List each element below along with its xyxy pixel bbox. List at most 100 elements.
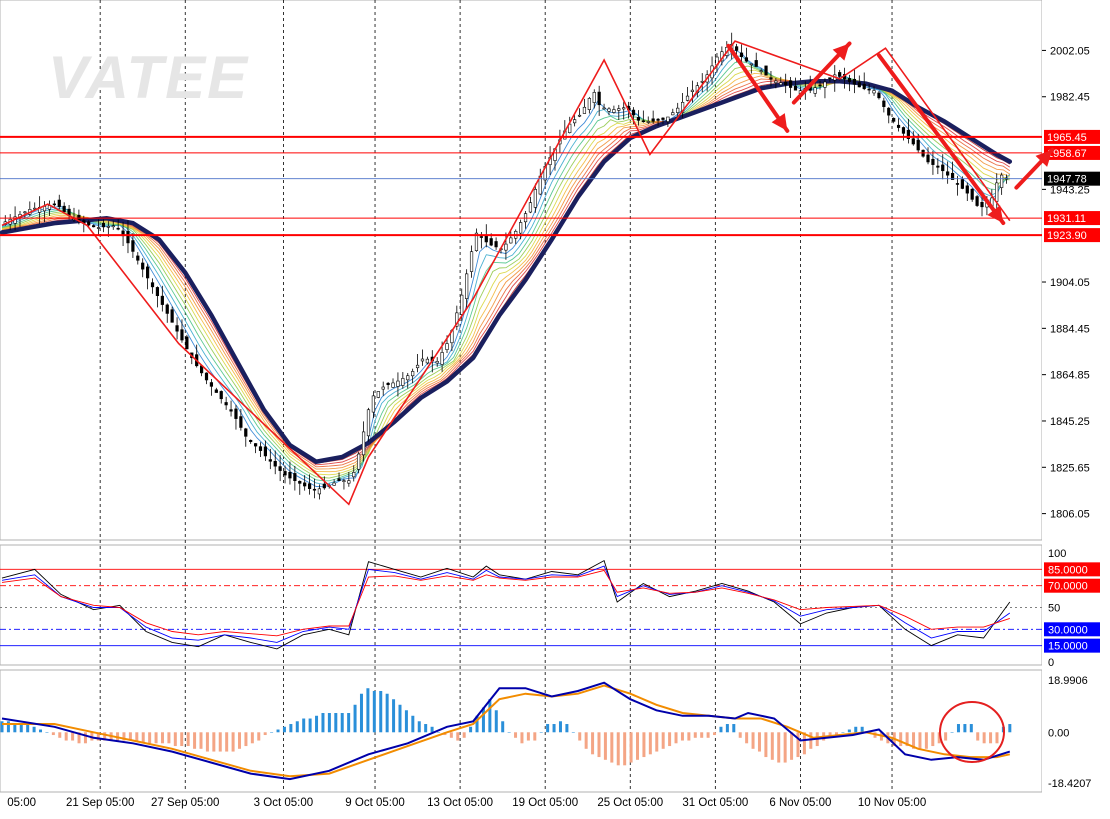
candle-body	[52, 203, 56, 206]
candle-body	[759, 70, 763, 72]
macd-histogram-bar	[725, 724, 729, 733]
candle-body	[239, 416, 243, 428]
candle-body	[209, 382, 214, 387]
macd-histogram-bar	[180, 732, 184, 747]
macd-histogram-bar	[802, 732, 806, 755]
macd-histogram-bar	[263, 732, 267, 736]
candle-body	[931, 158, 935, 165]
candle-body	[263, 446, 268, 457]
candle-body	[577, 114, 582, 117]
oscillator-level-label: 30.0000	[1048, 624, 1088, 636]
candle-body	[96, 227, 101, 229]
candle-body	[381, 386, 385, 390]
macd-histogram-bar	[558, 721, 562, 733]
candle-body	[357, 453, 361, 470]
macd-histogram-bar	[462, 732, 466, 738]
oscillator-level-label: 15.0000	[1048, 641, 1088, 653]
candle-body	[607, 108, 611, 112]
macd-histogram-bar	[757, 732, 761, 752]
macd-histogram-bar	[359, 693, 363, 733]
macd-histogram-bar	[924, 732, 928, 749]
candle-body	[106, 226, 110, 228]
price-tick-label: 1845.25	[1050, 416, 1090, 428]
candle-body	[165, 304, 169, 314]
macd-histogram-bar	[539, 732, 543, 733]
candle-body	[744, 57, 749, 62]
candle-body	[376, 391, 380, 398]
macd-histogram-bar	[257, 732, 261, 741]
macd-histogram-bar	[796, 732, 800, 758]
price-level-label: 1931.11	[1047, 213, 1086, 225]
macd-histogram-bar	[160, 732, 164, 744]
macd-histogram-bar	[449, 732, 453, 738]
macd-histogram-bar	[642, 732, 646, 758]
candle-body	[926, 154, 930, 163]
candle-body	[911, 138, 915, 145]
candle-body	[312, 488, 317, 491]
macd-histogram-bar	[565, 724, 569, 733]
candle-body	[519, 222, 523, 234]
candle-body	[754, 60, 758, 67]
oscillator-tick-label: 0	[1048, 657, 1054, 669]
macd-histogram-bar	[841, 732, 845, 733]
candle-body	[361, 431, 366, 456]
macd-histogram-bar	[713, 732, 717, 736]
macd-histogram-bar	[186, 732, 190, 747]
candle-body	[249, 439, 253, 442]
candle-body	[896, 124, 901, 128]
macd-histogram-bar	[854, 726, 858, 733]
macd-histogram-bar	[32, 726, 36, 733]
candle-body	[219, 391, 223, 400]
macd-histogram-bar	[982, 732, 986, 744]
price-tick-label: 1943.25	[1050, 184, 1090, 196]
macd-histogram-bar	[289, 724, 293, 733]
macd-histogram-bar	[327, 713, 331, 733]
candle-body	[734, 46, 739, 51]
candle-body	[612, 109, 616, 113]
macd-histogram-bar	[693, 732, 697, 738]
trading-chart[interactable]: VATEE 1947.781965.451958.671931.111923.9…	[0, 0, 1110, 814]
macd-histogram-bar	[616, 732, 620, 766]
macd-histogram-bar	[931, 732, 935, 747]
candle-body	[901, 127, 906, 134]
candle-body	[479, 236, 483, 238]
macd-histogram-bar	[969, 724, 973, 733]
candle-body	[936, 165, 940, 168]
macd-histogram-bar	[6, 721, 10, 733]
macd-tick-label: -18.4207	[1048, 778, 1091, 790]
macd-histogram-bar	[783, 732, 787, 763]
macd-histogram-bar	[437, 732, 441, 733]
candle-body	[92, 225, 96, 228]
candle-body	[23, 211, 27, 214]
candle-body	[126, 231, 130, 244]
macd-histogram-bar	[976, 732, 980, 741]
oscillator-panel[interactable]	[0, 544, 1043, 666]
candle-body	[661, 117, 665, 120]
time-axis-label: 3 Oct 05:00	[254, 797, 313, 809]
time-axis-label: 27 Sep 05:00	[151, 797, 219, 809]
candle-body	[1000, 174, 1004, 188]
candle-body	[465, 273, 469, 299]
candle-body	[288, 472, 292, 479]
macd-histogram-bar	[417, 721, 421, 733]
candle-body	[494, 241, 498, 248]
candle-body	[268, 459, 272, 462]
time-axis-label: 31 Oct 05:00	[682, 797, 748, 809]
candle-body	[214, 389, 218, 393]
candle-body	[818, 84, 822, 87]
candle-body	[892, 117, 896, 122]
candle-body	[528, 202, 533, 213]
macd-histogram-bar	[26, 724, 30, 733]
candle-body	[602, 107, 606, 110]
price-tick-label: 2002.05	[1050, 45, 1090, 57]
candle-body	[671, 112, 675, 116]
candle-body	[175, 325, 179, 332]
time-axis-label: 25 Oct 05:00	[597, 797, 663, 809]
price-axis[interactable]	[1042, 0, 1110, 814]
candle-body	[651, 118, 655, 122]
candle-body	[916, 139, 920, 151]
macd-histogram-bar	[372, 690, 376, 733]
macd-histogram-bar	[597, 732, 601, 758]
macd-histogram-bar	[514, 732, 518, 738]
time-axis-label: 19 Oct 05:00	[512, 797, 578, 809]
